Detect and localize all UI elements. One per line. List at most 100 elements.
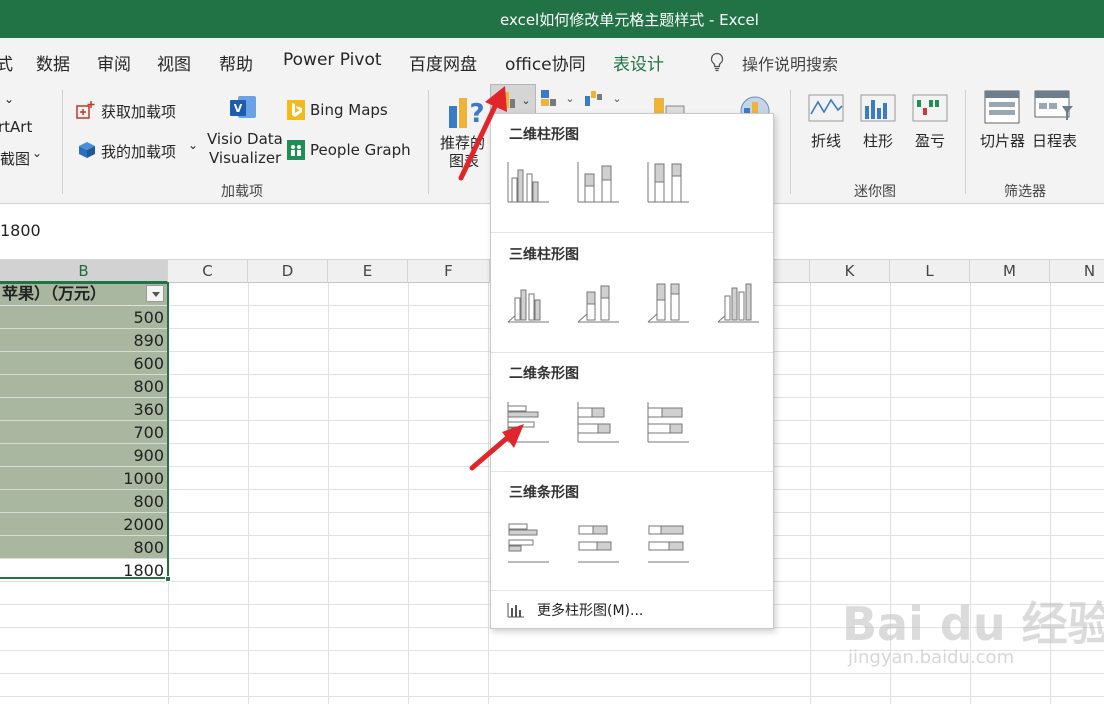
ribbon-separator bbox=[965, 90, 966, 194]
3d-stacked-column-icon[interactable] bbox=[575, 280, 621, 324]
chevron-down-icon[interactable]: ⌄ bbox=[188, 138, 198, 152]
group-label-addins: 加载项 bbox=[221, 184, 263, 200]
get-addins-button[interactable]: 获取加载项 bbox=[101, 101, 176, 122]
visio-icon: V bbox=[230, 96, 256, 118]
tab-table-design[interactable]: 表设计 bbox=[613, 50, 664, 75]
tab-help[interactable]: 帮助 bbox=[219, 50, 253, 75]
screenshot-button[interactable]: 截图 bbox=[0, 148, 30, 169]
column-header-f[interactable]: F bbox=[408, 260, 490, 283]
slicer-icon bbox=[984, 90, 1020, 124]
table-cell[interactable]: 700 bbox=[0, 421, 168, 444]
group-label-filters: 筛选器 bbox=[1004, 184, 1046, 200]
dropdown-separator bbox=[491, 590, 773, 591]
chevron-down-icon[interactable]: ⌄ bbox=[32, 146, 42, 160]
section-title-2d-column: 二维柱形图 bbox=[509, 127, 579, 143]
store-plus-icon bbox=[76, 101, 95, 119]
tell-me-search[interactable]: 操作说明搜索 bbox=[742, 51, 838, 75]
grid-line bbox=[488, 283, 489, 704]
column-header-b[interactable]: B bbox=[0, 260, 168, 283]
table-cell[interactable]: 2000 bbox=[0, 513, 168, 536]
formula-value[interactable]: 1800 bbox=[0, 221, 41, 240]
hierarchy-chart-icon[interactable]: ⌄ bbox=[540, 88, 576, 108]
grid-line bbox=[408, 283, 409, 704]
3d-clustered-bar-icon[interactable] bbox=[505, 520, 551, 564]
annotation-arrow-icon bbox=[458, 86, 507, 181]
visio-data-visualizer-line2[interactable]: Visualizer bbox=[209, 149, 281, 167]
svg-text:⌄: ⌄ bbox=[521, 94, 530, 107]
table-cell[interactable]: 890 bbox=[0, 329, 168, 352]
tab-baidu-netdisk[interactable]: 百度网盘 bbox=[409, 50, 477, 75]
smartart-button[interactable]: rtArt bbox=[0, 118, 32, 136]
sparkline-column-button[interactable]: 柱形 bbox=[863, 130, 893, 151]
section-title-3d-column: 三维柱形图 bbox=[509, 247, 579, 263]
3d-column-icon[interactable] bbox=[715, 280, 761, 324]
grid-line bbox=[248, 283, 249, 704]
3d-100-stacked-column-icon[interactable] bbox=[645, 280, 691, 324]
watermark-logo: Bai du 经验 bbox=[842, 597, 1104, 651]
section-title-3d-bar: 三维条形图 bbox=[509, 485, 579, 501]
dropdown-separator bbox=[491, 352, 773, 353]
svg-text:⌄: ⌄ bbox=[612, 92, 621, 105]
tab-review[interactable]: 审阅 bbox=[97, 50, 131, 75]
watermark-url: jingyan.baidu.com bbox=[848, 647, 1015, 668]
tab-power-pivot[interactable]: Power Pivot bbox=[283, 50, 382, 70]
tab-formulas[interactable]: 式 bbox=[0, 50, 13, 75]
table-cell[interactable]: 360 bbox=[0, 398, 168, 421]
sparkline-winloss-icon bbox=[912, 94, 948, 122]
tab-data[interactable]: 数据 bbox=[36, 50, 70, 75]
column-header-e[interactable]: E bbox=[328, 260, 408, 283]
sparkline-line-button[interactable]: 折线 bbox=[811, 130, 841, 151]
tab-view[interactable]: 视图 bbox=[157, 50, 191, 75]
table-cell[interactable]: 800 bbox=[0, 490, 168, 513]
my-addins-button[interactable]: 我的加载项 bbox=[101, 141, 176, 162]
svg-text:V: V bbox=[234, 102, 243, 115]
ribbon-tabs: 式 数据 审阅 视图 帮助 Power Pivot 百度网盘 office协同 … bbox=[0, 38, 1104, 82]
section-title-2d-bar: 二维条形图 bbox=[509, 366, 579, 382]
3d-clustered-column-icon[interactable] bbox=[505, 280, 551, 324]
table-header-cell[interactable]: 苹果）（万元） bbox=[0, 283, 168, 305]
table-cell[interactable]: 500 bbox=[0, 306, 168, 329]
more-column-charts-item[interactable]: 更多柱形图(M)... bbox=[505, 598, 761, 622]
title-bar: excel如何修改单元格主题样式 - Excel bbox=[0, 0, 1104, 38]
timeline-icon bbox=[1034, 90, 1073, 120]
column-header-l[interactable]: L bbox=[890, 260, 970, 283]
table-cell[interactable]: 800 bbox=[0, 375, 168, 398]
visio-data-visualizer-line1[interactable]: Visio Data bbox=[207, 130, 283, 148]
table-cell[interactable]: 600 bbox=[0, 352, 168, 375]
waterfall-chart-icon[interactable]: ⌄ bbox=[584, 88, 624, 108]
timeline-button[interactable]: 日程表 bbox=[1032, 130, 1077, 151]
3d-100-stacked-bar-icon[interactable] bbox=[645, 520, 691, 564]
stacked-column-icon[interactable] bbox=[575, 160, 621, 204]
filter-dropdown-button[interactable] bbox=[146, 285, 164, 302]
table-cell-active[interactable]: 1800 bbox=[0, 559, 168, 582]
cube-icon bbox=[79, 142, 95, 158]
sparkline-column-icon bbox=[860, 94, 896, 122]
column-header-m[interactable]: M bbox=[970, 260, 1050, 283]
stacked-bar-icon[interactable] bbox=[575, 400, 621, 444]
table-cell[interactable]: 800 bbox=[0, 536, 168, 559]
ribbon-separator bbox=[428, 90, 429, 194]
window-title: excel如何修改单元格主题样式 - Excel bbox=[500, 11, 759, 29]
column-header-n[interactable]: N bbox=[1050, 260, 1104, 283]
sparkline-winloss-button[interactable]: 盈亏 bbox=[915, 130, 945, 151]
ribbon-separator bbox=[790, 90, 791, 194]
table-cell[interactable]: 1000 bbox=[0, 467, 168, 490]
column-header-k[interactable]: K bbox=[810, 260, 890, 283]
people-graph-button[interactable]: People Graph bbox=[310, 141, 411, 159]
column-chart-dropdown: 二维柱形图 三维柱形图 二维条形图 三维条形图 更多柱形图(M)... bbox=[490, 113, 774, 629]
table-cell[interactable]: 900 bbox=[0, 444, 168, 467]
small-column-chart-icon bbox=[507, 603, 524, 618]
fill-handle[interactable] bbox=[165, 576, 171, 582]
100-stacked-bar-icon[interactable] bbox=[645, 400, 691, 444]
grid-line bbox=[168, 283, 169, 704]
bing-maps-button[interactable]: Bing Maps bbox=[310, 101, 388, 119]
sparkline-line-icon bbox=[808, 94, 844, 122]
3d-stacked-bar-icon[interactable] bbox=[575, 520, 621, 564]
column-header-d[interactable]: D bbox=[248, 260, 328, 283]
svg-text:⌄: ⌄ bbox=[565, 92, 574, 105]
tab-office-collab[interactable]: office协同 bbox=[505, 50, 586, 75]
column-header-c[interactable]: C bbox=[168, 260, 248, 283]
slicer-button[interactable]: 切片器 bbox=[980, 130, 1025, 151]
100-stacked-column-icon[interactable] bbox=[645, 160, 691, 204]
chevron-down-icon[interactable]: ⌄ bbox=[4, 92, 14, 106]
